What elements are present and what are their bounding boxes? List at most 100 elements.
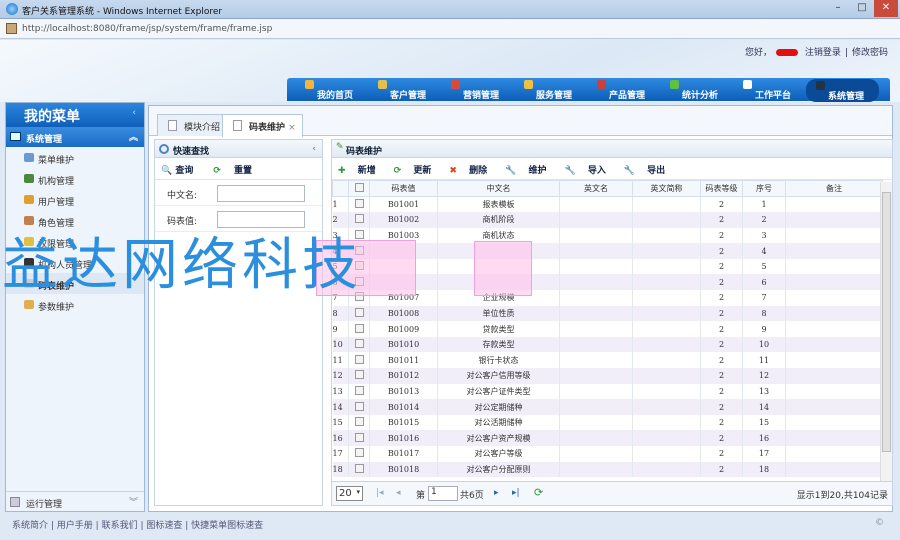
toolbar-button[interactable]: ✚ 新增 bbox=[338, 166, 385, 176]
row-checkbox[interactable] bbox=[354, 370, 364, 380]
chevron-up-icon: ︽ bbox=[128, 133, 138, 143]
toolbar-button[interactable]: 🔧 维护 bbox=[505, 166, 555, 176]
row-checkbox[interactable] bbox=[354, 417, 364, 427]
select-all-checkbox[interactable] bbox=[354, 183, 364, 192]
table-cell: 13 bbox=[742, 383, 786, 400]
sidebar-item[interactable]: 用户管理 bbox=[6, 189, 144, 210]
table-row[interactable]: 8 B01008 单位性质 2 8 bbox=[332, 305, 883, 322]
minimize-button[interactable]: – bbox=[826, 0, 850, 17]
table-row[interactable]: 17 B01017 对公客户等级 2 17 bbox=[332, 446, 883, 462]
nav-item[interactable]: 统计分析 bbox=[660, 78, 733, 101]
table-cell: 2 bbox=[700, 383, 743, 400]
row-checkbox[interactable] bbox=[354, 307, 364, 317]
page-size-select[interactable]: 20 ▾ bbox=[336, 486, 363, 501]
footer-link[interactable]: 用户手册 bbox=[57, 521, 93, 531]
prev-page-icon[interactable]: ◂ bbox=[396, 488, 401, 498]
toolbar-button[interactable]: ✖ 删除 bbox=[449, 166, 496, 176]
footer-link[interactable]: 联系我们 bbox=[102, 521, 138, 531]
table-cell bbox=[632, 414, 701, 431]
table-cell: 对公活期储种 bbox=[437, 414, 560, 431]
group-label: 系统管理 bbox=[26, 135, 63, 145]
row-checkbox[interactable] bbox=[354, 354, 364, 364]
row-checkbox[interactable] bbox=[354, 432, 364, 442]
collapse-icon[interactable]: ‹ bbox=[312, 144, 316, 154]
menu-group-run[interactable]: 运行管理 ︾ bbox=[6, 491, 144, 511]
close-tab-icon[interactable]: × bbox=[288, 123, 296, 133]
reset-button[interactable]: ⟳ 重置 bbox=[213, 166, 262, 176]
nav-item[interactable]: 服务管理 bbox=[514, 78, 587, 101]
table-cell: B01017 bbox=[369, 446, 438, 462]
sidebar-item[interactable]: 菜单维护 bbox=[6, 147, 144, 168]
nav-item[interactable]: 系统管理 bbox=[806, 79, 879, 102]
table-cell bbox=[348, 196, 370, 213]
table-row[interactable]: 10 B01010 存款类型 2 10 bbox=[332, 336, 883, 353]
table-row[interactable]: 13 B01013 对公客户证件类型 2 13 bbox=[332, 383, 883, 400]
table-cell bbox=[348, 352, 370, 369]
collapse-icon[interactable]: ‹ bbox=[132, 108, 136, 118]
cn-name-input[interactable] bbox=[217, 185, 305, 202]
table-row[interactable]: 2 B01002 商机阶段 2 2 bbox=[332, 212, 883, 228]
table-cell bbox=[559, 430, 633, 446]
row-checkbox[interactable] bbox=[354, 323, 364, 333]
tab-code-table[interactable]: 码表维护 × bbox=[222, 114, 303, 137]
footer-link[interactable]: 图标速查 bbox=[146, 521, 182, 531]
sidebar-item[interactable]: 机构管理 bbox=[6, 168, 144, 189]
query-button[interactable]: 🔍 查询 bbox=[161, 166, 203, 176]
nav-icon bbox=[524, 80, 533, 89]
table-row[interactable]: 9 B01009 贷款类型 2 9 bbox=[332, 321, 883, 337]
address-bar[interactable]: http://localhost:8080/frame/jsp/system/f… bbox=[0, 19, 900, 39]
table-cell bbox=[785, 414, 883, 431]
label: 重置 bbox=[234, 166, 253, 176]
nav-item[interactable]: 工作平台 bbox=[733, 78, 806, 101]
toolbar-button[interactable]: 🔧 导入 bbox=[564, 166, 614, 176]
record-summary: 显示1到20,共104记录 bbox=[796, 491, 888, 501]
row-checkbox[interactable] bbox=[354, 339, 364, 349]
table-cell: 9 bbox=[742, 321, 786, 337]
row-checkbox[interactable] bbox=[354, 401, 364, 411]
change-password-link[interactable]: 修改密码 bbox=[852, 48, 888, 58]
scroll-thumb[interactable] bbox=[882, 192, 891, 452]
maximize-button[interactable]: □ bbox=[850, 0, 874, 17]
vertical-scrollbar[interactable] bbox=[880, 182, 892, 482]
nav-item[interactable]: 营销管理 bbox=[441, 78, 514, 101]
column-header: 序号 bbox=[742, 180, 786, 197]
next-page-icon[interactable]: ▸ bbox=[494, 488, 499, 498]
refresh-icon[interactable]: ⟳ bbox=[534, 486, 543, 499]
field-row-cn-name: 中文名: bbox=[155, 180, 322, 206]
page-number-input[interactable]: 1 bbox=[428, 486, 458, 501]
menu-group-system[interactable]: 系统管理 ︽ bbox=[6, 127, 144, 147]
toolbar-button[interactable]: ⟳ 更新 bbox=[394, 166, 441, 176]
table-row[interactable]: 14 B01014 对公定期储种 2 14 bbox=[332, 399, 883, 415]
table-cell: 商机阶段 bbox=[437, 212, 560, 228]
table-row[interactable]: 16 B01016 对公客户资产规模 2 16 bbox=[332, 430, 883, 446]
tab-module-intro[interactable]: 模块介绍 bbox=[157, 114, 228, 136]
column-header bbox=[332, 180, 349, 197]
row-checkbox[interactable] bbox=[354, 385, 364, 395]
greeting: 您好， bbox=[745, 48, 773, 58]
table-row[interactable]: 18 B01018 对公客户分配原则 2 18 bbox=[332, 461, 883, 478]
first-page-icon[interactable]: |◂ bbox=[376, 488, 384, 498]
table-row[interactable]: 11 B01011 银行卡状态 2 11 bbox=[332, 352, 883, 369]
nav-item[interactable]: 客户管理 bbox=[368, 78, 441, 101]
row-checkbox[interactable] bbox=[354, 463, 364, 473]
row-checkbox[interactable] bbox=[354, 448, 364, 458]
monitor-icon bbox=[10, 132, 21, 141]
toolbar-button[interactable]: 🔧 导出 bbox=[624, 166, 674, 176]
plus-icon: ✚ bbox=[338, 166, 349, 176]
wrench-icon: 🔧 bbox=[505, 166, 520, 176]
footer-link[interactable]: 系统简介 bbox=[12, 521, 48, 531]
nav-item[interactable]: 产品管理 bbox=[587, 78, 660, 101]
column-header: 英文简称 bbox=[632, 180, 701, 197]
last-page-icon[interactable]: ▸| bbox=[512, 488, 520, 498]
nav-item[interactable]: 我的首页 bbox=[295, 78, 368, 101]
table-row[interactable]: 15 B01015 对公活期储种 2 15 bbox=[332, 414, 883, 431]
close-button[interactable]: ✕ bbox=[874, 0, 898, 17]
table-cell bbox=[785, 274, 883, 291]
row-checkbox[interactable] bbox=[354, 199, 364, 209]
table-row[interactable]: 1 B01001 报表模板 2 1 bbox=[332, 196, 883, 213]
footer-link[interactable]: 快捷菜单图标速查 bbox=[191, 521, 263, 531]
sidebar-item-label: 菜单维护 bbox=[38, 156, 75, 166]
table-row[interactable]: 12 B01012 对公客户信用等级 2 12 bbox=[332, 368, 883, 384]
column-header[interactable] bbox=[348, 180, 370, 197]
logout-link[interactable]: 注销登录 bbox=[805, 48, 841, 58]
